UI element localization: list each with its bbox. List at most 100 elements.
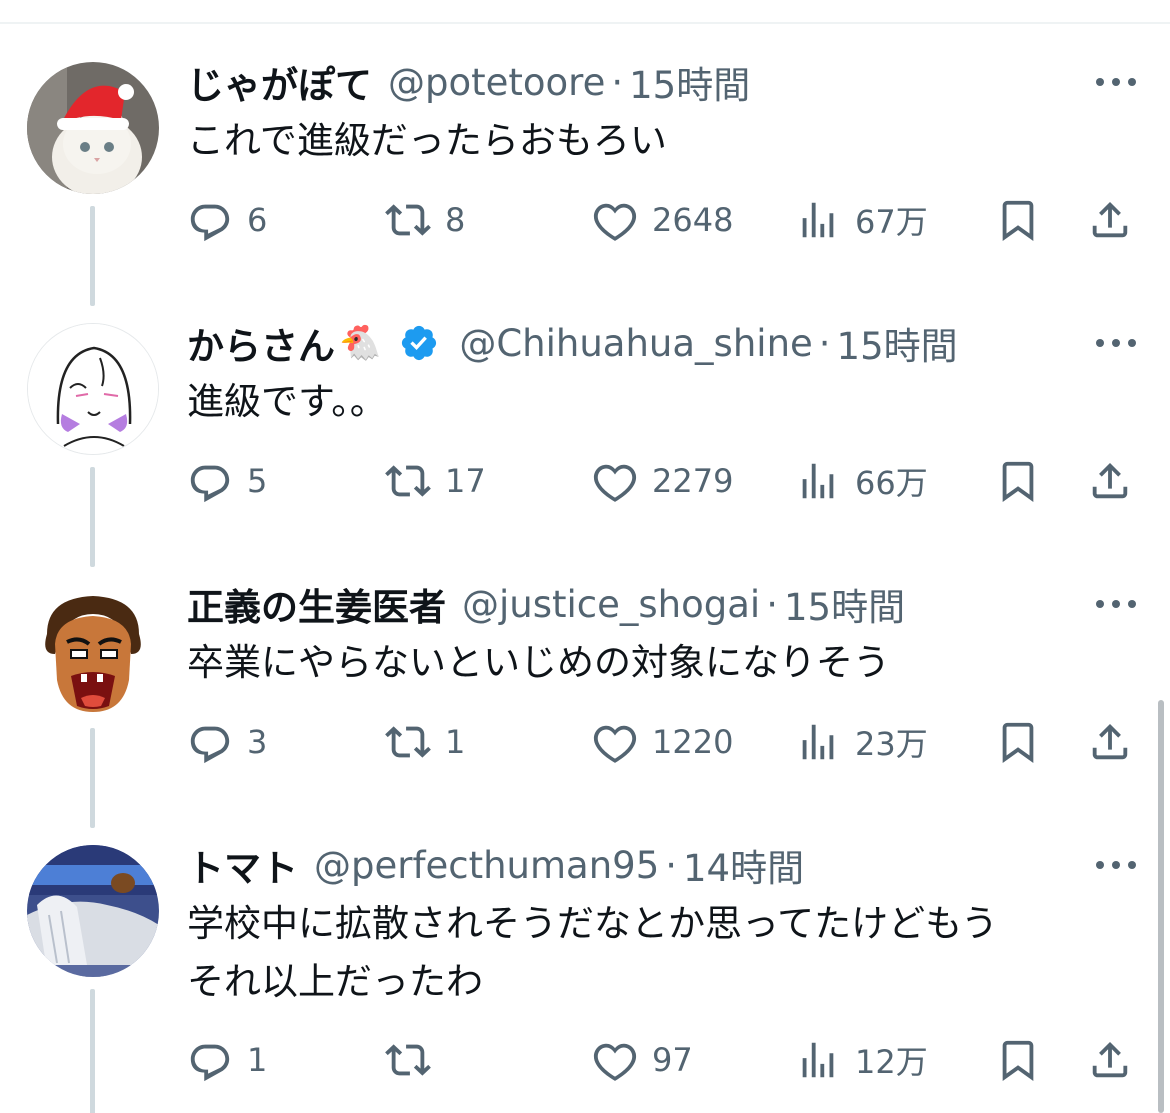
like-count: 1220 bbox=[652, 723, 734, 761]
bookmark-button[interactable] bbox=[995, 195, 1041, 245]
avatar-cartoon-face[interactable] bbox=[27, 584, 159, 716]
like-count: 2279 bbox=[652, 462, 734, 500]
bookmark-icon bbox=[1002, 1040, 1034, 1081]
share-button[interactable] bbox=[1087, 1035, 1133, 1085]
top-divider bbox=[0, 22, 1170, 24]
user-handle[interactable]: @potetoore bbox=[388, 61, 605, 104]
scrollbar[interactable] bbox=[1158, 700, 1164, 1113]
user-handle[interactable]: @justice_shogai bbox=[462, 583, 760, 626]
like-icon bbox=[593, 725, 637, 763]
display-name[interactable]: トマト bbox=[187, 838, 298, 892]
retweet-count: 1 bbox=[445, 723, 466, 761]
like-button[interactable]: 97 bbox=[592, 1035, 693, 1085]
like-button[interactable]: 2648 bbox=[592, 195, 733, 245]
like-icon bbox=[593, 1043, 637, 1081]
display-name[interactable]: じゃがぽて bbox=[187, 55, 372, 109]
share-icon bbox=[1092, 462, 1128, 499]
views-button[interactable]: 12万 bbox=[795, 1035, 928, 1085]
reply-count: 1 bbox=[247, 1041, 268, 1079]
separator-dot: · bbox=[665, 843, 678, 887]
tweet-header: じゃがぽて @potetoore · 15時間 bbox=[187, 55, 750, 109]
reply-count: 5 bbox=[247, 462, 268, 500]
reply-icon bbox=[190, 1044, 230, 1082]
bookmark-button[interactable] bbox=[995, 1035, 1041, 1085]
more-icon[interactable] bbox=[1096, 586, 1136, 622]
timestamp[interactable]: 15時間 bbox=[629, 55, 750, 109]
tweet-header: からさん 🐔 @Chihuahua_shine · 15時間 bbox=[187, 316, 958, 370]
display-name[interactable]: からさん bbox=[187, 316, 335, 370]
retweet-button[interactable]: 8 bbox=[385, 195, 465, 245]
like-button[interactable]: 2279 bbox=[592, 456, 733, 506]
views-button[interactable]: 23万 bbox=[795, 717, 928, 767]
avatar-photo[interactable] bbox=[27, 845, 159, 977]
retweet-icon bbox=[385, 726, 431, 758]
share-button[interactable] bbox=[1087, 717, 1133, 767]
tweet-3[interactable]: 正義の生姜医者 @justice_shogai · 15時間 卒業にやらないとい… bbox=[0, 577, 1170, 828]
user-handle[interactable]: @perfecthuman95 bbox=[314, 844, 659, 887]
tweet-4[interactable]: トマト @perfecthuman95 · 14時間 学校中に拡散されそうだなと… bbox=[0, 841, 1170, 1113]
bookmark-button[interactable] bbox=[995, 456, 1041, 506]
display-name[interactable]: 正義の生姜医者 bbox=[187, 577, 446, 631]
share-icon bbox=[1092, 723, 1128, 760]
tweet-2[interactable]: からさん 🐔 @Chihuahua_shine · 15時間 進級です。。 5 … bbox=[0, 316, 1170, 567]
like-icon bbox=[593, 203, 637, 241]
like-count: 97 bbox=[652, 1041, 693, 1079]
share-button[interactable] bbox=[1087, 456, 1133, 506]
retweet-count: 17 bbox=[445, 462, 486, 500]
tweet-header: 正義の生姜医者 @justice_shogai · 15時間 bbox=[187, 577, 905, 631]
verified-badge-icon[interactable] bbox=[399, 323, 439, 363]
name-emoji: 🐔 bbox=[339, 323, 382, 363]
tweet-text: これで進級だったらおもろい bbox=[187, 119, 667, 162]
reply-button[interactable]: 3 bbox=[187, 717, 267, 767]
bookmark-icon bbox=[1002, 461, 1034, 502]
separator-dot: · bbox=[611, 60, 624, 104]
reply-button[interactable]: 5 bbox=[187, 456, 267, 506]
retweet-icon bbox=[385, 1044, 431, 1076]
like-icon bbox=[593, 464, 637, 502]
avatar-cat-santa-hat[interactable] bbox=[27, 62, 159, 194]
retweet-icon bbox=[385, 204, 431, 236]
like-button[interactable]: 1220 bbox=[592, 717, 733, 767]
reply-count: 3 bbox=[247, 723, 268, 761]
tweet-1[interactable]: じゃがぽて @potetoore · 15時間 これで進級だったらおもろい 6 … bbox=[0, 55, 1170, 306]
tweet-actions: 6 8 2648 67万 bbox=[187, 195, 1137, 245]
timestamp[interactable]: 14時間 bbox=[683, 838, 804, 892]
views-button[interactable]: 67万 bbox=[795, 195, 928, 245]
retweet-button[interactable] bbox=[385, 1035, 445, 1085]
views-count: 67万 bbox=[855, 203, 928, 241]
views-icon bbox=[802, 463, 834, 499]
share-button[interactable] bbox=[1087, 195, 1133, 245]
retweet-button[interactable]: 17 bbox=[385, 456, 486, 506]
timestamp[interactable]: 15時間 bbox=[784, 577, 905, 631]
retweet-icon bbox=[385, 465, 431, 497]
views-count: 23万 bbox=[855, 725, 928, 763]
bookmark-button[interactable] bbox=[995, 717, 1041, 767]
thread-line bbox=[90, 467, 95, 567]
more-icon[interactable] bbox=[1096, 847, 1136, 883]
retweet-button[interactable]: 1 bbox=[385, 717, 465, 767]
more-icon[interactable] bbox=[1096, 64, 1136, 100]
tweet-text: 学校中に拡散されそうだなとか思ってたけどもう それ以上だったわ bbox=[187, 902, 999, 1003]
retweet-count: 8 bbox=[445, 201, 466, 239]
reply-icon bbox=[190, 465, 230, 503]
bookmark-icon bbox=[1002, 722, 1034, 763]
views-button[interactable]: 66万 bbox=[795, 456, 928, 506]
avatar-drawn-girl[interactable] bbox=[27, 323, 159, 455]
views-icon bbox=[802, 724, 834, 760]
views-count: 12万 bbox=[855, 1043, 928, 1081]
reply-button[interactable]: 1 bbox=[187, 1035, 267, 1085]
thread-line bbox=[90, 206, 95, 306]
timestamp[interactable]: 15時間 bbox=[837, 316, 958, 370]
share-icon bbox=[1092, 201, 1128, 238]
tweet-actions: 1 97 12万 bbox=[187, 1035, 1137, 1085]
tweet-header: トマト @perfecthuman95 · 14時間 bbox=[187, 838, 804, 892]
thread-line bbox=[90, 728, 95, 828]
thread-line bbox=[90, 989, 95, 1113]
reply-button[interactable]: 6 bbox=[187, 195, 267, 245]
more-icon[interactable] bbox=[1096, 325, 1136, 361]
tweet-text: 卒業にやらないといじめの対象になりそう bbox=[187, 641, 890, 684]
bookmark-icon bbox=[1002, 200, 1034, 241]
like-count: 2648 bbox=[652, 201, 734, 239]
share-icon bbox=[1092, 1041, 1128, 1078]
user-handle[interactable]: @Chihuahua_shine bbox=[459, 322, 812, 365]
